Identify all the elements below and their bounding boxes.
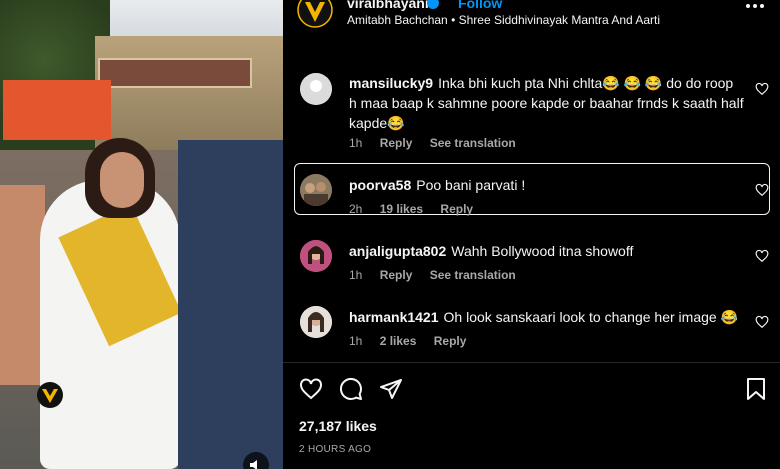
comment-avatar[interactable]: [300, 174, 332, 206]
reply-button[interactable]: Reply: [380, 268, 413, 282]
comment-avatar[interactable]: [300, 240, 332, 272]
comment-avatar[interactable]: [300, 73, 332, 105]
like-icon[interactable]: [299, 377, 323, 401]
see-translation-button[interactable]: See translation: [430, 268, 516, 282]
author-avatar[interactable]: [297, 0, 333, 30]
video-woman-face: [100, 152, 144, 208]
comment-username[interactable]: mansilucky9: [349, 75, 433, 91]
more-icon[interactable]: [745, 3, 765, 9]
author-username[interactable]: viralbhayani: [347, 0, 429, 11]
comment-text: poorva58 Poo bani parvati !: [349, 175, 744, 195]
comment-like-icon[interactable]: [755, 315, 769, 329]
comment-like-icon[interactable]: [755, 183, 769, 197]
video-orange-roof: [3, 80, 111, 140]
group-photo-avatar: [300, 174, 332, 206]
comment-time: 1h: [349, 268, 363, 282]
comment-text: mansilucky9 Inka bhi kuch pta Nhi chlta😂 …: [349, 73, 744, 133]
comment-time: 1h: [349, 136, 363, 150]
comment-meta: 1h Reply See translation: [349, 136, 530, 150]
comment-time: 1h: [349, 334, 363, 348]
reply-button[interactable]: Reply: [434, 334, 467, 348]
reply-button[interactable]: Reply: [440, 202, 473, 216]
post-video[interactable]: [0, 0, 283, 469]
comment-icon[interactable]: [339, 377, 363, 401]
comment-avatar[interactable]: [300, 306, 332, 338]
like-count[interactable]: 27,187 likes: [299, 418, 377, 434]
profile-photo-avatar: [300, 240, 332, 272]
comment-text: anjaligupta802 Wahh Bollywood itna showof…: [349, 241, 744, 261]
save-icon[interactable]: [745, 377, 767, 401]
mute-button[interactable]: [243, 452, 269, 469]
comment-meta: 1h Reply See translation: [349, 268, 530, 282]
comment-body: Oh look sanskaari look to change her ima…: [443, 309, 738, 325]
mute-icon: [250, 460, 257, 469]
comment-body: Wahh Bollywood itna showoff: [451, 243, 634, 259]
see-translation-button[interactable]: See translation: [430, 136, 516, 150]
comment-time: 2h: [349, 202, 363, 216]
verified-icon: [427, 0, 439, 9]
comment-like-icon[interactable]: [755, 249, 769, 263]
default-avatar-icon: [300, 73, 332, 105]
video-person-right: [178, 140, 283, 469]
actions-divider: [283, 362, 780, 363]
profile-photo-avatar: [300, 306, 332, 338]
watermark-logo-icon: [37, 382, 63, 408]
comment-username[interactable]: anjaligupta802: [349, 243, 446, 259]
comment-text: harmank1421 Oh look sanskaari look to cha…: [349, 307, 744, 327]
video-person-left: [0, 185, 45, 385]
comment-username[interactable]: poorva58: [349, 177, 411, 193]
reply-button[interactable]: Reply: [380, 136, 413, 150]
comment-username[interactable]: harmank1421: [349, 309, 439, 325]
comment-body: Poo bani parvati !: [416, 177, 526, 193]
follow-button[interactable]: Follow: [458, 0, 502, 11]
comment-like-icon[interactable]: [755, 82, 769, 96]
share-icon[interactable]: [379, 377, 403, 401]
comment-likes[interactable]: 19 likes: [380, 202, 423, 216]
comment-likes[interactable]: 2 likes: [380, 334, 417, 348]
post-timestamp: 2 HOURS AGO: [299, 444, 372, 455]
comment-meta: 1h 2 likes Reply: [349, 334, 480, 348]
post-subtitle[interactable]: Amitabh Bachchan • Shree Siddhivinayak M…: [347, 13, 660, 27]
comment-meta: 2h 19 likes Reply: [349, 202, 487, 216]
video-temple-sign: [98, 58, 252, 88]
